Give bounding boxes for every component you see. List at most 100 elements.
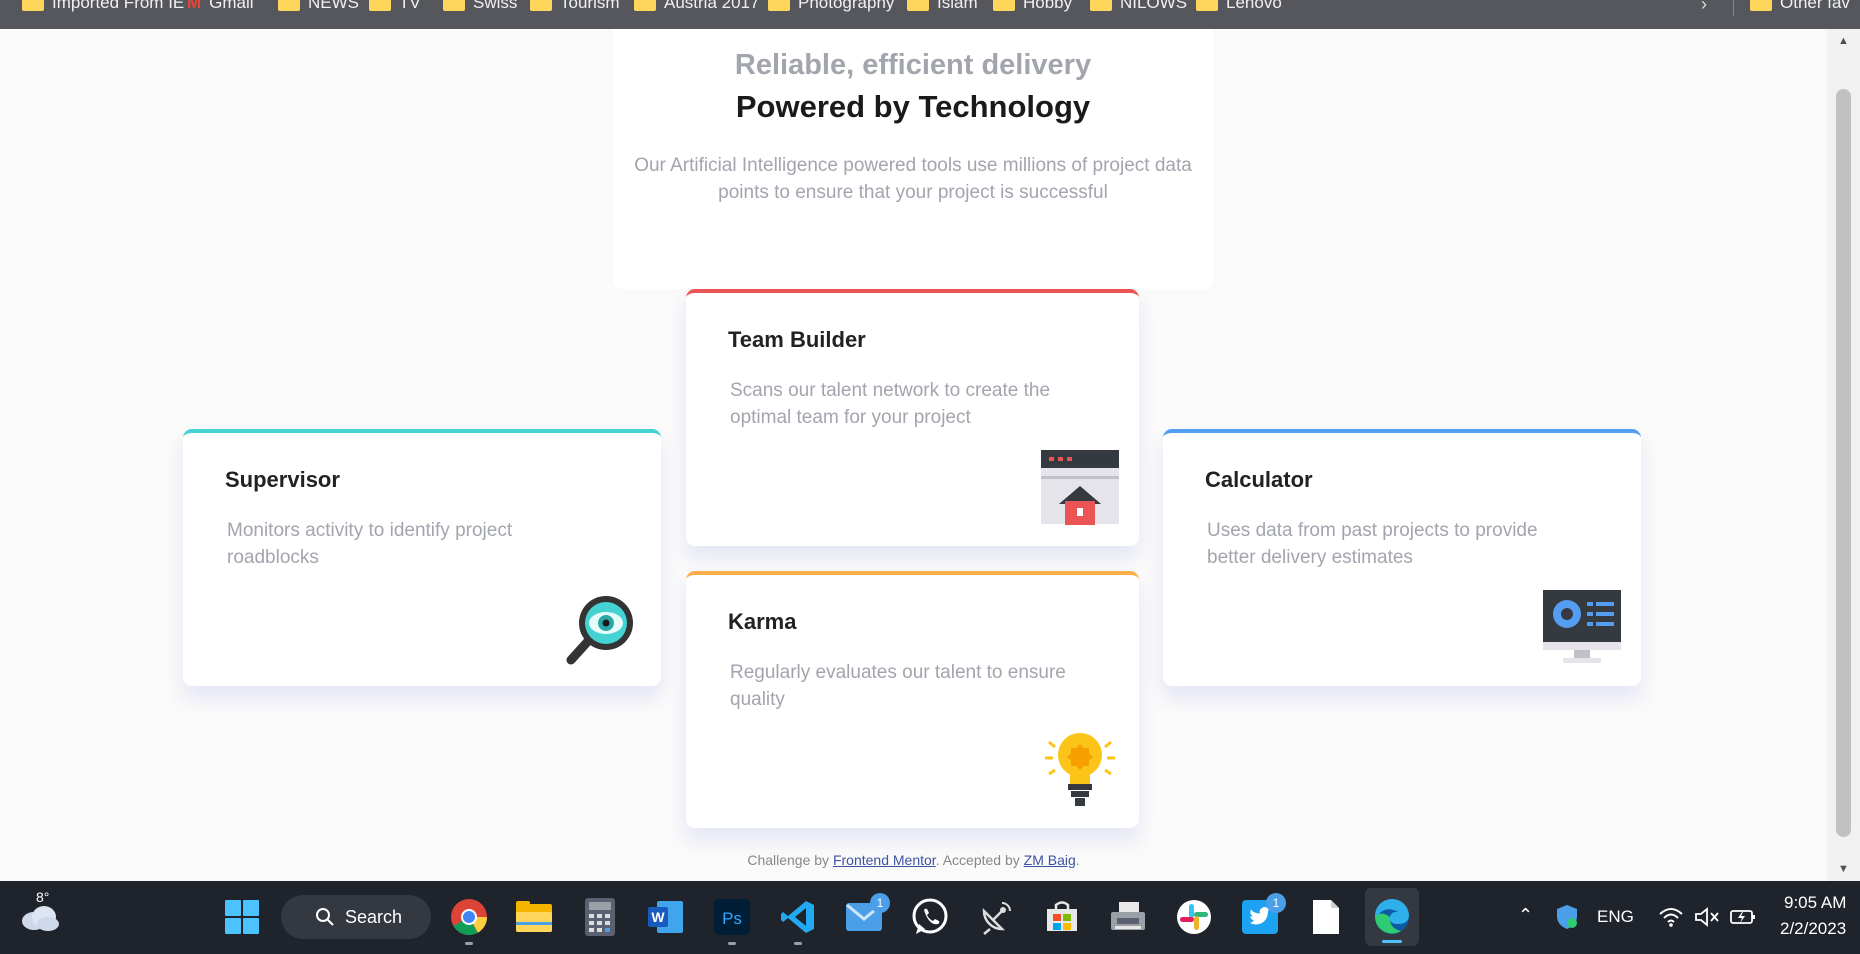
clock-date[interactable]: 2/2/2023 [1780, 919, 1846, 939]
team-builder-icon [1041, 450, 1119, 525]
bookmark-tourism[interactable]: Tourism [530, 0, 620, 12]
card-description: Monitors activity to identify project ro… [227, 520, 513, 568]
card-title: Calculator [1205, 467, 1313, 492]
twitter-badge: 1 [1266, 893, 1286, 913]
whatsapp-app[interactable] [908, 895, 952, 939]
card-karma: Karma Regularly evaluates our talent to … [686, 571, 1139, 828]
satellite-app[interactable] [974, 895, 1018, 939]
card-title: Team Builder [728, 327, 866, 352]
satellite-icon [982, 902, 1011, 935]
author-link[interactable]: ZM Baig [1024, 852, 1076, 868]
bookmarks-divider [1733, 0, 1734, 16]
attribution: Challenge by Frontend Mentor. Accepted b… [747, 852, 1080, 868]
network-tray[interactable] [1656, 895, 1686, 939]
shield-icon [1557, 905, 1577, 929]
file-explorer-app[interactable] [512, 895, 556, 939]
scroll-down-icon[interactable]: ▼ [1827, 859, 1860, 879]
taskbar-search[interactable]: Search [281, 895, 431, 939]
folder-icon [1196, 0, 1218, 11]
file-app[interactable] [1304, 895, 1348, 939]
card-team-builder: Team Builder Scans our talent network to… [686, 289, 1139, 546]
folder-icon [1750, 0, 1772, 11]
folder-icon [634, 0, 656, 11]
bookmark-islam[interactable]: Islam [907, 0, 978, 12]
weather-widget[interactable]: 8° [10, 889, 70, 939]
svg-text:Ps: Ps [722, 909, 742, 928]
file-icon [1313, 900, 1339, 934]
folder-icon [1090, 0, 1112, 11]
scroll-up-icon[interactable]: ▲ [1827, 31, 1860, 51]
store-app[interactable] [1040, 895, 1084, 939]
scrollbar-thumb[interactable] [1836, 89, 1851, 837]
card-calculator: Calculator Uses data from past projects … [1163, 429, 1641, 686]
magnifier-eye-icon [566, 596, 633, 665]
vscode-app[interactable] [776, 895, 820, 945]
chevron-up-icon[interactable]: ⌃ [1518, 905, 1533, 926]
card-title: Karma [728, 609, 797, 634]
folder-icon [768, 0, 790, 11]
security-tray[interactable] [1552, 895, 1582, 939]
language-indicator[interactable]: ENG [1597, 907, 1634, 927]
edge-app[interactable] [1365, 888, 1419, 946]
start-button[interactable] [220, 895, 264, 939]
battery-charging-icon [1730, 910, 1755, 924]
slack-app[interactable] [1172, 895, 1216, 939]
bookmark-photography[interactable]: Photography [768, 0, 894, 12]
fax-icon [1111, 902, 1145, 930]
mail-app[interactable]: 1 [842, 893, 890, 939]
folder-icon [993, 0, 1015, 11]
running-indicator [794, 942, 802, 945]
chrome-icon [451, 899, 487, 936]
windows-icon [225, 900, 259, 934]
speaker-muted-icon [1695, 907, 1719, 927]
photoshop-app[interactable]: Ps [710, 895, 754, 945]
edge-icon [1374, 898, 1409, 934]
chevron-right-icon[interactable]: › [1701, 0, 1707, 15]
hero-description: Our Artificial Intelligence powered tool… [634, 155, 1192, 203]
battery-tray[interactable] [1728, 895, 1758, 939]
running-indicator [728, 942, 736, 945]
wifi-icon [1659, 908, 1683, 927]
bookmark-other-favorites[interactable]: Other fav [1750, 0, 1850, 12]
card-description: Uses data from past projects to provide … [1207, 520, 1538, 568]
word-app[interactable]: W [644, 895, 688, 939]
store-icon [1047, 901, 1077, 931]
hero-subtitle: Reliable, efficient delivery [734, 49, 1092, 81]
card-description: Regularly evaluates our talent to ensure… [730, 662, 1066, 710]
folder-icon [369, 0, 391, 11]
bookmark-imported-from-ie[interactable]: Imported From IE [22, 0, 184, 12]
running-indicator [465, 942, 473, 945]
calculator-icon [585, 898, 615, 936]
volume-tray[interactable] [1692, 895, 1722, 939]
twitter-app[interactable]: 1 [1238, 893, 1286, 939]
file-explorer-icon [516, 901, 552, 932]
taskbar: 8° Search W Ps 1 1 ⌃ ENG 9:05 AM 2/2/202… [0, 881, 1860, 954]
whatsapp-icon [912, 898, 948, 934]
weather-temperature: 8° [36, 889, 50, 905]
bookmark-tv[interactable]: TV [369, 0, 421, 12]
word-icon: W [648, 901, 683, 933]
bookmarks-bar: Imported From IE M Gmail NEWS TV Swiss To… [0, 0, 1860, 29]
chrome-app[interactable] [447, 895, 491, 945]
clock-time[interactable]: 9:05 AM [1784, 893, 1846, 913]
bookmark-swiss[interactable]: Swiss [443, 0, 517, 12]
search-icon [316, 908, 334, 926]
fax-app[interactable] [1106, 895, 1150, 939]
bookmark-nilows[interactable]: NILOWS [1090, 0, 1187, 12]
folder-icon [443, 0, 465, 11]
calculator-app[interactable] [578, 895, 622, 939]
card-supervisor: Supervisor Monitors activity to identify… [183, 429, 661, 686]
frontend-mentor-link[interactable]: Frontend Mentor [833, 852, 936, 868]
bookmark-austria-2017[interactable]: Austria 2017 [634, 0, 759, 12]
bookmark-hobby[interactable]: Hobby [993, 0, 1072, 12]
vertical-scrollbar[interactable]: ▲ ▼ [1827, 29, 1860, 881]
svg-text:W: W [651, 909, 665, 925]
card-title: Supervisor [225, 467, 340, 492]
bookmark-news[interactable]: NEWS [278, 0, 359, 12]
active-indicator [1382, 940, 1402, 943]
bookmark-gmail[interactable]: M Gmail [187, 0, 254, 12]
gmail-icon: M [187, 0, 202, 12]
folder-icon [530, 0, 552, 11]
bookmark-lenovo[interactable]: Lenovo [1196, 0, 1282, 12]
photoshop-icon: Ps [714, 899, 750, 935]
